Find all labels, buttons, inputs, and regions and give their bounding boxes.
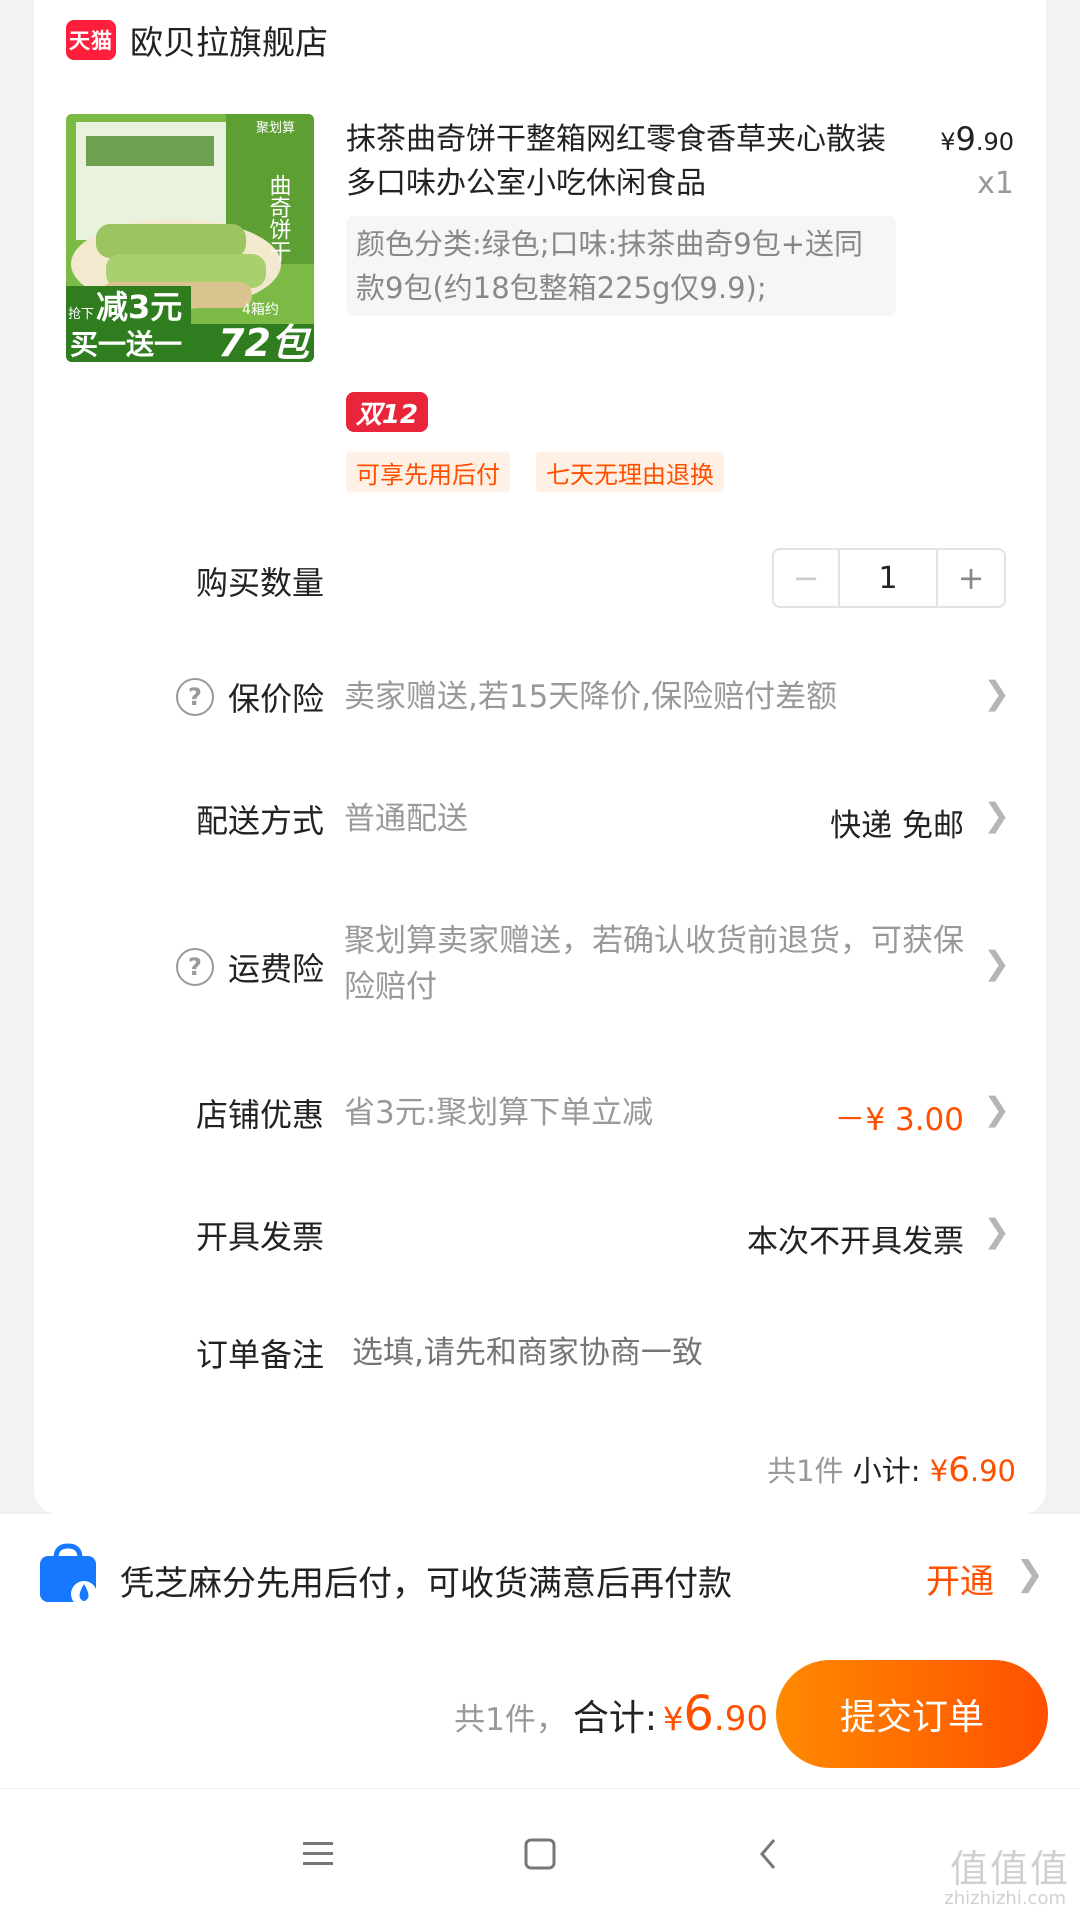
image-promo-count: 72包 — [218, 321, 312, 362]
price-protection-label-group: ? 保价险 — [175, 674, 324, 720]
chevron-right-icon[interactable]: ❯ — [1016, 1554, 1045, 1594]
store-name[interactable]: 欧贝拉旗舰店 — [130, 16, 328, 64]
order-note-row: 订单备注 — [34, 1326, 1046, 1382]
activate-link[interactable]: 开通 — [926, 1554, 994, 1603]
total-amount: ¥6.90 — [663, 1686, 768, 1742]
price-currency: ¥ — [940, 128, 956, 156]
home-icon[interactable] — [510, 1829, 570, 1879]
image-promo-line1: 减3元 — [96, 288, 182, 326]
decrease-button[interactable]: − — [774, 550, 840, 606]
chevron-right-icon: ❯ — [983, 944, 1010, 982]
subtotal-integer: 6 — [948, 1450, 970, 1490]
store-discount-row[interactable]: 店铺优惠 省3元:聚划算下单立减 －¥ 3.00 ❯ — [34, 1086, 1046, 1142]
product-price: ¥9.90 — [940, 120, 1014, 158]
store-discount-value: －¥ 3.00 — [834, 1102, 964, 1138]
order-card: 天猫 欧贝拉旗舰店 聚划算 曲奇饼干 抢下 减3元 4箱约 买一送一 72包 抹… — [34, 0, 1046, 1514]
tag-pay-later: 可享先用后付 — [346, 452, 510, 492]
price-integer: 9 — [955, 120, 976, 158]
delivery-label: 配送方式 — [195, 802, 324, 840]
delivery-desc: 普通配送 — [344, 801, 468, 837]
chevron-right-icon: ❯ — [983, 796, 1010, 834]
menu-icon[interactable] — [288, 1829, 348, 1879]
pay-later-banner[interactable]: 凭芝麻分先用后付，可收货满意后再付款 开通 ❯ — [0, 1514, 1080, 1644]
subtotal-decimal: .90 — [969, 1454, 1016, 1488]
total-decimal: .90 — [713, 1699, 768, 1739]
shopping-bag-icon — [40, 1543, 97, 1607]
quantity-stepper[interactable]: − 1 + — [772, 548, 1006, 608]
total-label: 合计: — [572, 1698, 658, 1739]
subtotal-count: 共1件 — [767, 1454, 844, 1488]
price-protection-label: 保价险 — [227, 680, 324, 718]
shipping-insurance-row[interactable]: ? 运费险 聚划算卖家赠送，若确认收货前退货，可获保险赔付 ❯ — [34, 918, 1046, 1018]
pay-later-text: 凭芝麻分先用后付，可收货满意后再付款 — [120, 1564, 732, 1604]
increase-button[interactable]: + — [938, 550, 1004, 606]
subtotal: 共1件 小计: ¥6.90 — [767, 1448, 1016, 1490]
tmall-badge: 天猫 — [66, 20, 116, 60]
image-top-badge: 聚划算 — [256, 121, 295, 136]
shipping-insurance-label: 运费险 — [227, 950, 324, 988]
checkout-bar: 共1件， 合计: ¥6.90 提交订单 — [0, 1644, 1080, 1788]
order-total: 共1件， 合计: ¥6.90 — [454, 1686, 768, 1742]
store-discount-desc: 省3元:聚划算下单立减 — [344, 1095, 654, 1131]
quantity-value[interactable]: 1 — [840, 550, 938, 606]
invoice-row[interactable]: 开具发票 本次不开具发票 ❯ — [34, 1208, 1046, 1264]
order-note-label: 订单备注 — [195, 1336, 324, 1374]
shipping-insurance-label-group: ? 运费险 — [175, 944, 324, 990]
tag-return: 七天无理由退换 — [536, 452, 724, 492]
product-spec[interactable]: 颜色分类:绿色;口味:抹茶曲奇9包+送同款9包(约18包整箱225g仅9.9); — [346, 216, 896, 316]
order-note-input[interactable] — [352, 1328, 992, 1378]
image-promo-prefix: 抢下 — [68, 306, 94, 322]
subtotal-currency: ¥ — [929, 1454, 949, 1488]
chevron-right-icon: ❯ — [983, 674, 1010, 712]
store-header[interactable]: 天猫 欧贝拉旗舰店 — [66, 16, 328, 64]
subtotal-label: 小计: — [852, 1454, 921, 1488]
quantity-label: 购买数量 — [195, 564, 324, 602]
double12-badge: 双12 — [346, 392, 428, 432]
image-promo-count-prefix: 4箱约 — [242, 302, 279, 318]
help-icon[interactable]: ? — [175, 948, 214, 986]
store-discount-label: 店铺优惠 — [195, 1096, 324, 1134]
price-protection-desc: 卖家赠送,若15天降价,保险赔付差额 — [344, 679, 838, 715]
image-side-text: 曲奇饼干 — [266, 174, 292, 262]
watermark-url: zhizhizhi.com — [944, 1888, 1066, 1909]
subtotal-amount: ¥6.90 — [929, 1450, 1016, 1490]
system-nav-bar — [0, 1788, 1080, 1918]
invoice-label: 开具发票 — [195, 1218, 324, 1256]
chevron-right-icon: ❯ — [983, 1090, 1010, 1128]
invoice-value: 本次不开具发票 — [747, 1224, 964, 1260]
price-protection-row[interactable]: ? 保价险 卖家赠送,若15天降价,保险赔付差额 ❯ — [34, 670, 1046, 726]
delivery-value: 快递 免邮 — [830, 808, 964, 844]
product-title[interactable]: 抹茶曲奇饼干整箱网红零食香草夹心散装多口味办公室小吃休闲食品 — [346, 118, 906, 206]
product-quantity: x1 — [977, 166, 1014, 201]
chevron-right-icon: ❯ — [983, 1212, 1010, 1250]
help-icon[interactable]: ? — [175, 678, 214, 716]
image-promo-line2: 买一送一 — [70, 328, 182, 361]
price-decimal: .90 — [975, 128, 1014, 156]
total-currency: ¥ — [663, 1700, 684, 1738]
shipping-insurance-desc: 聚划算卖家赠送，若确认收货前退货，可获保险赔付 — [344, 923, 964, 1005]
total-count: 共1件， — [454, 1702, 567, 1738]
back-icon[interactable] — [738, 1829, 798, 1879]
product-image-art: 聚划算 曲奇饼干 抢下 减3元 4箱约 买一送一 72包 — [66, 114, 314, 362]
product-image[interactable]: 聚划算 曲奇饼干 抢下 减3元 4箱约 买一送一 72包 — [66, 114, 314, 362]
watermark: 值值值 — [949, 1847, 1070, 1891]
delivery-row[interactable]: 配送方式 普通配送 快递 免邮 ❯ — [34, 792, 1046, 848]
submit-order-button[interactable]: 提交订单 — [776, 1660, 1048, 1768]
total-integer: 6 — [683, 1686, 714, 1742]
